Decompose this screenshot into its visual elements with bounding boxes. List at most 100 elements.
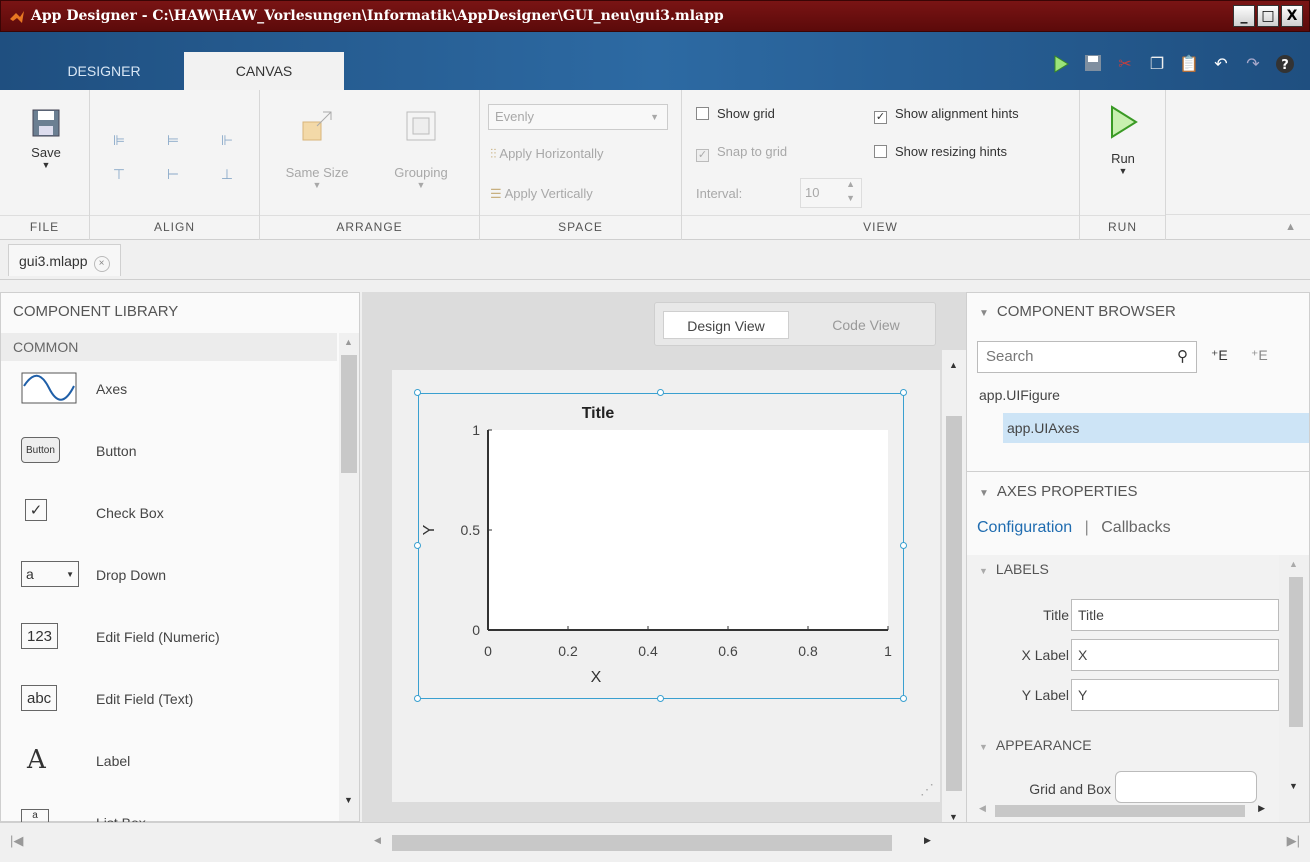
redo-icon[interactable]: ↷ [1242, 54, 1264, 76]
same-size-icon [302, 111, 332, 141]
axes-properties-header[interactable]: ▼ AXES PROPERTIES [967, 483, 1310, 500]
maximize-button[interactable]: □ [1257, 5, 1279, 27]
group-label-align: ALIGN [153, 220, 195, 234]
copy-icon[interactable]: ❐ [1146, 54, 1168, 76]
bottom-status-bar: |◀ ◀ ▶ ▶| [0, 822, 1310, 862]
help-icon[interactable]: ? [1274, 54, 1296, 76]
show-grid-checkbox[interactable]: Show grid [696, 106, 775, 121]
library-item[interactable]: 123 Edit Field (Numeric) [1, 609, 337, 671]
collapse-ribbon-icon[interactable]: ▲ [1285, 221, 1296, 233]
library-item[interactable]: Button Button [1, 423, 337, 485]
scroll-up-icon[interactable]: ▲ [949, 360, 958, 370]
paste-icon[interactable]: 📋 [1178, 54, 1200, 76]
show-alignment-hints-checkbox[interactable]: ✓ Show alignment hints [874, 106, 1019, 124]
group-label-run: RUN [1108, 220, 1137, 234]
scroll-down-icon[interactable]: ▼ [1289, 781, 1298, 791]
tab-canvas[interactable]: CANVAS [184, 52, 344, 90]
align-middle-icon[interactable]: ⊢ [164, 166, 182, 184]
library-item[interactable]: a ▼ Drop Down [1, 547, 337, 609]
x-tick-label: 0 [484, 643, 492, 659]
tree-item-uiaxes[interactable]: app.UIAxes [1003, 413, 1309, 443]
tab-designer[interactable]: DESIGNER [24, 52, 184, 90]
library-item[interactable]: ✓ Check Box [1, 485, 337, 547]
cut-icon[interactable]: ✂ [1114, 54, 1136, 76]
grouping-button[interactable]: Grouping ▼ [376, 108, 466, 190]
scroll-right-icon[interactable]: ▶ [1258, 803, 1265, 814]
save-quick-icon[interactable] [1082, 54, 1104, 76]
scroll-down-icon[interactable]: ▼ [949, 812, 958, 822]
appearance-section-header[interactable]: ▼ APPEARANCE [967, 737, 1279, 753]
xlabel-property: X Label X [967, 637, 1279, 673]
scroll-left-icon[interactable]: ◀ [374, 835, 381, 846]
scroll-left-icon[interactable]: ◀ [979, 803, 986, 814]
scroll-thumb[interactable] [341, 355, 357, 473]
library-scrollbar[interactable]: ▲ ▼ [339, 333, 359, 821]
chart-title: Title [582, 405, 615, 422]
design-view-button[interactable]: Design View [663, 311, 789, 339]
interval-spinner[interactable]: 10 ▲ ▼ [800, 178, 862, 208]
labels-section-title: LABELS [995, 561, 1049, 577]
grid-box-label: Grid and Box [1029, 781, 1111, 797]
undo-icon[interactable]: ↶ [1210, 54, 1232, 76]
component-search-input[interactable]: Search ⚲ [977, 341, 1197, 373]
ribbon: Save ▼ FILE ⊫ ⊨ ⊩ ⊤ ⊢ ⊥ ALIGN Same Size … [0, 90, 1310, 240]
x-tick-label: 0.2 [558, 643, 578, 659]
library-item[interactable]: Axes [1, 361, 337, 423]
minimize-button[interactable]: _ [1233, 5, 1255, 27]
configuration-tab[interactable]: Configuration [977, 519, 1072, 536]
same-size-button[interactable]: Same Size ▼ [272, 108, 362, 190]
xlabel-input[interactable]: X [1071, 639, 1279, 671]
expand-all-icon[interactable]: ⁺E [1211, 347, 1228, 364]
ylabel-input[interactable]: Y [1071, 679, 1279, 711]
run-label: Run [1111, 151, 1135, 166]
scroll-up-icon[interactable]: ▲ [1289, 559, 1298, 569]
code-view-button[interactable]: Code View [803, 311, 929, 339]
scroll-right-icon[interactable]: ▶ [924, 835, 931, 846]
properties-scrollbar[interactable]: ▲ ▼ [1279, 555, 1309, 823]
run-button[interactable]: Run ▼ [1096, 104, 1150, 176]
labels-section-header[interactable]: ▼ LABELS [967, 561, 1279, 577]
align-top-icon[interactable]: ⊤ [110, 166, 128, 184]
ui-figure[interactable]: 0 0.2 0.4 0.6 0.8 1 0 0.5 1 Title X Y ⋰ [392, 370, 940, 802]
ribbon-group-view: Show grid ✓ Snap to grid Interval: 10 ▲ ▼… [682, 90, 1080, 240]
show-resizing-hints-checkbox[interactable]: Show resizing hints [874, 144, 1007, 159]
align-right-icon[interactable]: ⊩ [218, 132, 236, 150]
group-label-file: FILE [29, 220, 60, 234]
align-center-icon[interactable]: ⊨ [164, 132, 182, 150]
scroll-thumb[interactable] [946, 416, 962, 791]
library-item-label: Label [96, 753, 131, 769]
apply-horizontally-button[interactable]: ⫶⫶ Apply Horizontally [490, 146, 603, 162]
close-tab-icon[interactable]: × [93, 256, 110, 272]
file-tab-label: gui3.mlapp [19, 253, 88, 269]
library-item[interactable]: A Label [1, 733, 337, 795]
component-browser-header[interactable]: ▼ COMPONENT BROWSER [967, 303, 1310, 320]
library-item[interactable]: abc Edit Field (Text) [1, 671, 337, 733]
grid-box-input[interactable] [1115, 771, 1257, 803]
canvas-horizontal-scroll-thumb[interactable] [392, 835, 892, 851]
close-button[interactable]: X [1281, 5, 1303, 27]
save-button[interactable]: Save ▼ [20, 108, 72, 170]
callbacks-tab[interactable]: Callbacks [1101, 519, 1170, 536]
resize-grip-icon[interactable]: ⋰ [920, 781, 934, 798]
snap-to-grid-checkbox[interactable]: ✓ Snap to grid [696, 144, 787, 162]
scroll-thumb[interactable] [995, 805, 1245, 817]
align-left-icon[interactable]: ⊫ [110, 132, 128, 150]
scroll-thumb[interactable] [1289, 577, 1303, 727]
run-quick-icon[interactable] [1050, 54, 1072, 76]
collapse-all-icon[interactable]: ⁺E [1251, 347, 1268, 364]
collapse-right-icon[interactable]: ▶| [1287, 833, 1300, 849]
file-tab-gui3[interactable]: gui3.mlapp × [8, 244, 121, 276]
tree-item-uifigure[interactable]: app.UIFigure [979, 387, 1060, 403]
canvas-vertical-scrollbar[interactable]: ▲ ▼ [942, 350, 966, 822]
title-input[interactable]: Title [1071, 599, 1279, 631]
spacing-dropdown-value: Evenly [495, 109, 535, 124]
properties-horizontal-scrollbar[interactable]: ◀ ▶ [975, 803, 1265, 819]
align-bottom-icon[interactable]: ⊥ [218, 166, 236, 184]
ribbon-group-file: Save ▼ FILE [0, 90, 90, 240]
spacing-dropdown[interactable]: Evenly ▼ [488, 104, 668, 130]
tree-item-uiaxes-label: app.UIAxes [1007, 420, 1080, 436]
scroll-down-icon[interactable]: ▼ [344, 795, 353, 805]
collapse-left-icon[interactable]: |◀ [10, 833, 23, 849]
scroll-up-icon[interactable]: ▲ [344, 337, 353, 347]
apply-vertically-button[interactable]: ☰ Apply Vertically [490, 186, 593, 202]
